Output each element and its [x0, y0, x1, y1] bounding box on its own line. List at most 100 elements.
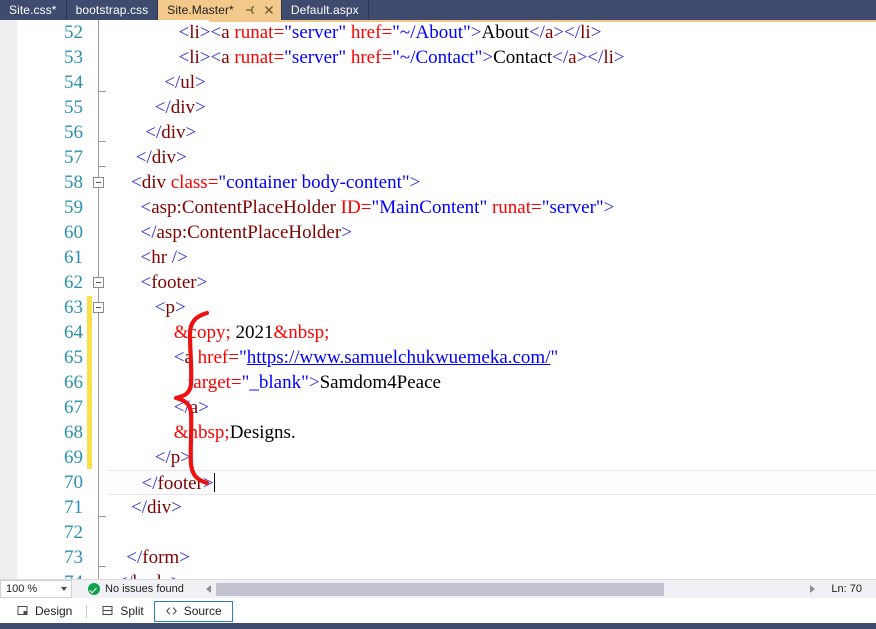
- code-token: <: [173, 347, 185, 368]
- code-token: </: [131, 497, 147, 518]
- line-number: 58: [64, 172, 83, 193]
- code-text-area[interactable]: <li><a runat="server" href="~/About">Abo…: [108, 20, 876, 579]
- line-number-row: 57: [18, 145, 90, 170]
- source-icon: [165, 605, 178, 618]
- horizontal-scrollbar[interactable]: [201, 580, 820, 598]
- code-line[interactable]: <asp:ContentPlaceHolder ID="MainContent"…: [108, 195, 876, 220]
- code-token: />: [171, 247, 188, 268]
- collapse-outline-box[interactable]: [93, 277, 104, 288]
- scroll-right-arrow-icon[interactable]: [805, 581, 819, 598]
- code-line[interactable]: &copy; 2021&nbsp;: [108, 320, 876, 345]
- designer-view-tabs: Design Split Source: [0, 598, 876, 623]
- code-token: "server": [541, 197, 604, 218]
- code-line[interactable]: &nbsp;Designs.: [108, 420, 876, 445]
- zoom-level-dropdown[interactable]: 100 %: [0, 580, 72, 598]
- code-token: >: [199, 22, 211, 43]
- pin-icon[interactable]: [242, 2, 258, 18]
- code-line[interactable]: <footer>: [108, 270, 876, 295]
- line-number-row: 53: [18, 45, 90, 70]
- code-line[interactable]: </p>: [108, 445, 876, 470]
- horizontal-scroll-thumb[interactable]: [215, 582, 664, 596]
- code-line[interactable]: [108, 520, 876, 545]
- code-line[interactable]: </div>: [108, 145, 876, 170]
- code-token: </: [154, 447, 171, 468]
- view-tab-source[interactable]: Source: [153, 600, 233, 622]
- unsaved-change-indicator: [87, 296, 92, 469]
- line-number: 71: [64, 497, 83, 518]
- document-tab-bootstrap-css[interactable]: bootstrap.css: [66, 0, 159, 20]
- line-number-row: 73: [18, 545, 90, 570]
- line-number: 54: [64, 72, 83, 93]
- code-line[interactable]: </div>: [108, 495, 876, 520]
- code-line[interactable]: </div>: [108, 120, 876, 145]
- collapse-outline-box[interactable]: [93, 177, 104, 188]
- code-token: >: [470, 22, 482, 43]
- code-token: =: [230, 372, 242, 393]
- line-number-row: 74: [18, 570, 90, 579]
- document-tab-site-css[interactable]: Site.css*: [0, 0, 67, 20]
- code-line[interactable]: </a>: [108, 395, 876, 420]
- view-tab-design[interactable]: Design: [6, 601, 82, 622]
- code-line[interactable]: <hr />: [108, 245, 876, 270]
- close-icon[interactable]: [261, 2, 277, 18]
- line-number-row: 69: [18, 445, 90, 470]
- tab-label: Site.css*: [9, 3, 57, 17]
- outlining-margin[interactable]: [90, 20, 108, 579]
- code-token: =: [531, 197, 542, 218]
- document-tab-site-master[interactable]: Site.Master*: [158, 0, 281, 20]
- code-token: >: [171, 497, 182, 518]
- line-number: 53: [64, 47, 83, 68]
- code-token: </: [528, 22, 545, 43]
- code-token: </: [564, 22, 581, 43]
- code-token: </: [552, 47, 569, 68]
- issues-status[interactable]: No issues found: [88, 583, 184, 595]
- document-tab-default-aspx[interactable]: Default.aspx: [280, 0, 369, 20]
- line-number-row: 61: [18, 245, 90, 270]
- code-token: =: [381, 22, 393, 43]
- code-token: </: [126, 547, 143, 568]
- code-line[interactable]: <li><a runat="server" href="~/Contact">C…: [108, 45, 876, 70]
- code-line[interactable]: </asp:ContentPlaceHolder>: [108, 220, 876, 245]
- code-token: </: [154, 97, 171, 118]
- code-line[interactable]: </body>: [108, 570, 876, 579]
- line-number-row: 63: [18, 295, 90, 320]
- line-number: 72: [64, 522, 83, 543]
- selection-margin[interactable]: [0, 20, 18, 579]
- code-token: hr: [151, 247, 168, 268]
- code-token: "~/Contact": [392, 47, 483, 68]
- code-line[interactable]: target="_blank">Samdom4Peace: [108, 370, 876, 395]
- code-line[interactable]: <a href="https://www.samuelchukwuemeka.c…: [108, 345, 876, 370]
- line-number: 63: [64, 297, 83, 318]
- code-token: <: [210, 47, 222, 68]
- line-number: 64: [64, 322, 83, 343]
- line-number: 56: [64, 122, 83, 143]
- scroll-left-arrow-icon[interactable]: [202, 581, 216, 598]
- code-line-current[interactable]: </footer>: [108, 470, 876, 495]
- code-line[interactable]: <li><a runat="server" href="~/About">Abo…: [108, 20, 876, 45]
- code-token: >: [171, 572, 182, 579]
- code-line[interactable]: <div class="container body-content">: [108, 170, 876, 195]
- code-token: target: [188, 372, 231, 393]
- code-line[interactable]: </form>: [108, 545, 876, 570]
- line-number-row: 59: [18, 195, 90, 220]
- collapse-outline-box[interactable]: [93, 302, 104, 313]
- code-token: <: [210, 22, 222, 43]
- view-tab-split[interactable]: Split: [91, 601, 153, 622]
- code-token: "server": [284, 22, 347, 43]
- code-token: "_blank": [241, 372, 309, 393]
- line-number-row: 70: [18, 470, 90, 495]
- code-line[interactable]: <p>: [108, 295, 876, 320]
- code-token: ": [550, 347, 559, 368]
- code-token: a: [189, 397, 199, 418]
- code-token: a: [568, 47, 577, 68]
- code-line[interactable]: </ul>: [108, 70, 876, 95]
- code-editor[interactable]: 52 53 54 55 56 57 58 59 60 61 62 63 64 65 66 67 68 69 70 71…: [0, 20, 876, 579]
- code-token: >: [185, 122, 197, 143]
- code-line[interactable]: </div>: [108, 95, 876, 120]
- horizontal-scroll-track[interactable]: [215, 582, 806, 596]
- code-token: <: [178, 47, 190, 68]
